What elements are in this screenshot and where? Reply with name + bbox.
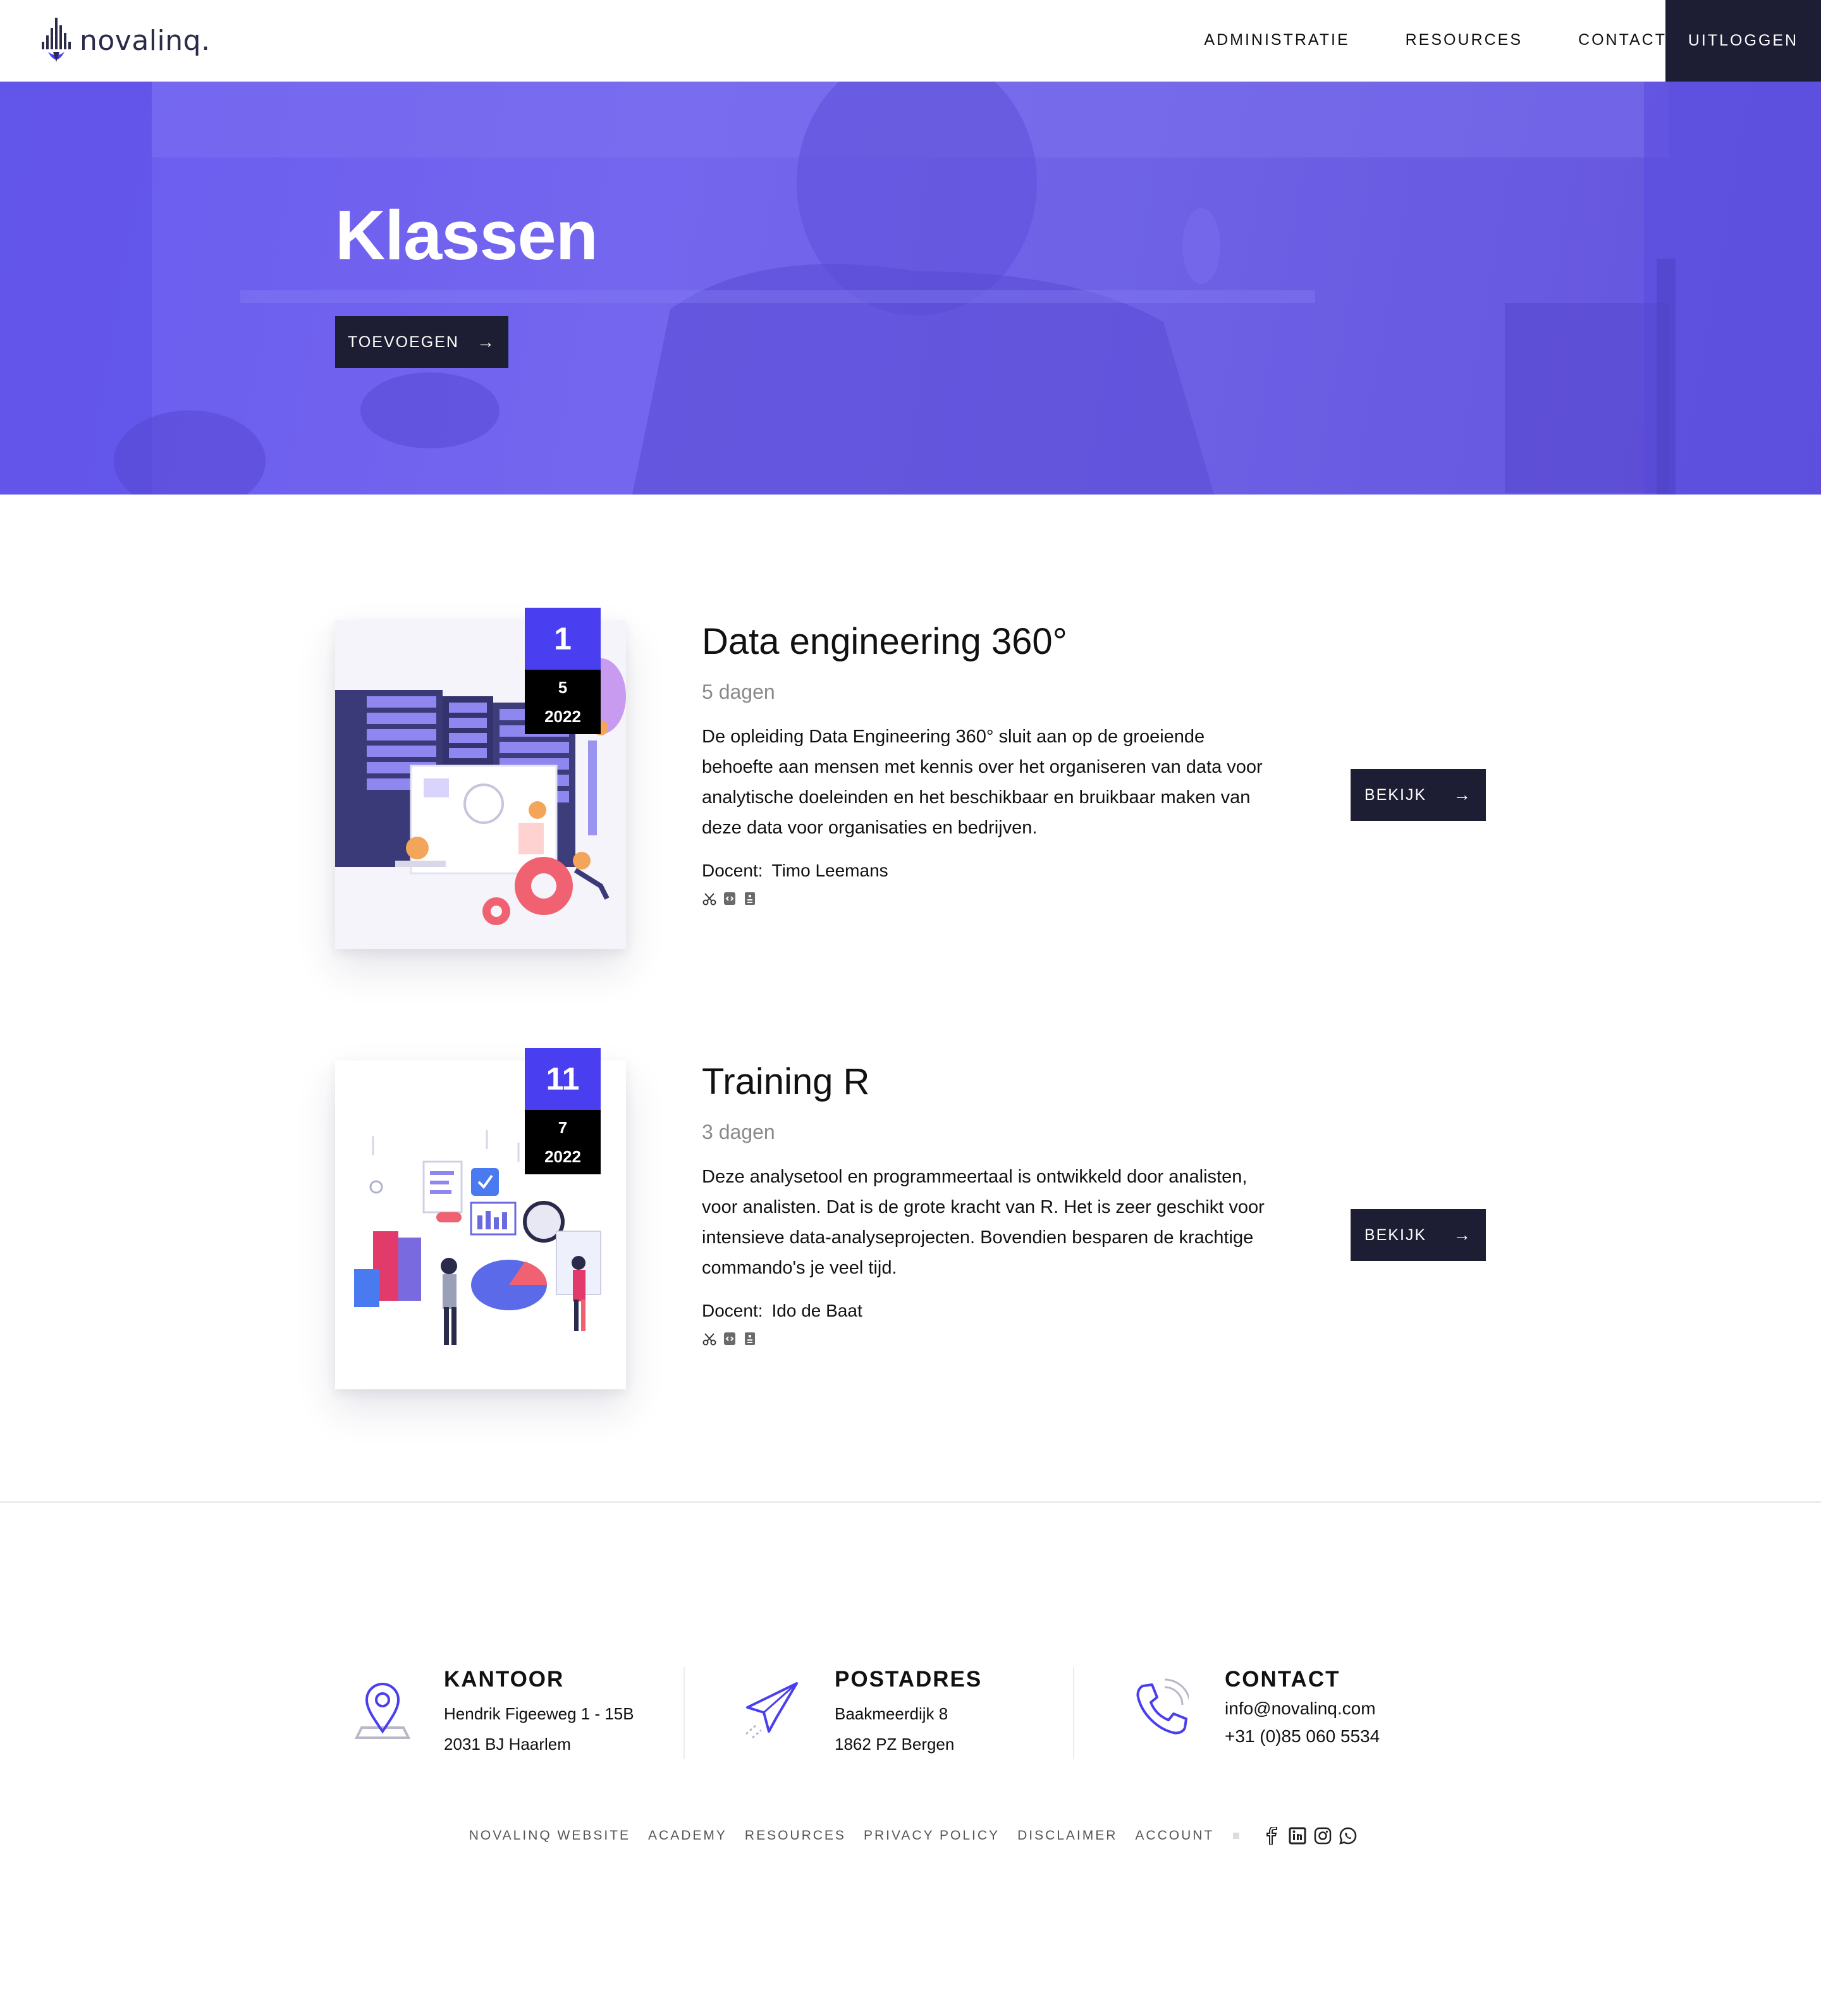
course-tools: [702, 891, 763, 906]
date-badge: 11 7 2022: [525, 1048, 601, 1174]
course-title: Data engineering 360°: [702, 621, 1067, 662]
footer-contact: CONTACT info@novalinq.com +31 (0)85 060 …: [1132, 1667, 1461, 1762]
course-duration: 5 dagen: [702, 680, 775, 703]
hero-background-photo: [0, 82, 1821, 495]
add-class-label: TOEVOEGEN: [348, 333, 459, 351]
scissors-icon[interactable]: [702, 891, 717, 906]
link-disclaimer[interactable]: DISCLAIMER: [1017, 1828, 1117, 1843]
link-privacy-policy[interactable]: PRIVACY POLICY: [864, 1828, 1000, 1843]
footer-links: NOVALINQ WEBSITE ACADEMY RESOURCES PRIVA…: [0, 1826, 1821, 1845]
date-day: 11: [525, 1048, 601, 1110]
teacher-label: Docent:: [702, 861, 763, 880]
postal-line2: 1862 PZ Bergen: [835, 1735, 955, 1754]
course-card: 11 7 2022 Training R 3 dagen Deze analys…: [335, 1048, 1486, 1402]
link-account[interactable]: ACCOUNT: [1135, 1828, 1214, 1843]
postal-title: POSTADRES: [835, 1667, 983, 1692]
separator-dot: [1233, 1833, 1240, 1839]
date-year: 2022: [544, 1147, 581, 1166]
add-class-button[interactable]: TOEVOEGEN →: [335, 316, 508, 368]
course-description: De opleiding Data Engineering 360° sluit…: [702, 727, 1263, 838]
logo-mark-icon: [42, 18, 71, 62]
instagram-icon[interactable]: [1313, 1826, 1332, 1845]
view-course-label: BEKIJK: [1364, 1226, 1427, 1244]
logo-text: novalinq.: [80, 24, 211, 57]
facebook-icon[interactable]: [1263, 1826, 1282, 1845]
contact-phone[interactable]: +31 (0)85 060 5534: [1225, 1723, 1380, 1750]
course-description: Deze analysetool en programmeertaal is o…: [702, 1167, 1265, 1278]
view-course-button[interactable]: BEKIJK →: [1351, 769, 1486, 821]
page-title: Klassen: [335, 197, 598, 274]
date-day: 1: [525, 608, 601, 670]
footer-postal: POSTADRES Baakmeerdijk 8 1862 PZ Bergen: [744, 1667, 1047, 1762]
site-header: novalinq. ADMINISTRATIE RESOURCES CONTAC…: [0, 0, 1821, 82]
course-teacher: Docent: Ido de Baat: [702, 1301, 862, 1321]
date-year: 2022: [544, 707, 581, 726]
teacher-name: Ido de Baat: [771, 1301, 862, 1320]
phone-icon: [1136, 1678, 1189, 1735]
nav-resources[interactable]: RESOURCES: [1406, 31, 1523, 49]
hero-banner: Klassen TOEVOEGEN →: [0, 82, 1821, 495]
office-title: KANTOOR: [444, 1667, 565, 1692]
office-line2: 2031 BJ Haarlem: [444, 1735, 571, 1754]
date-month-year: 5 2022: [525, 670, 601, 734]
contact-email[interactable]: info@novalinq.com: [1225, 1695, 1380, 1723]
date-month: 7: [558, 1118, 568, 1137]
view-course-label: BEKIJK: [1364, 785, 1427, 804]
link-novalinq-website[interactable]: NOVALINQ WEBSITE: [469, 1828, 630, 1843]
arrow-right-icon: →: [476, 332, 496, 352]
link-academy[interactable]: ACADEMY: [648, 1828, 727, 1843]
course-card: 1 5 2022 Data engineering 360° 5 dagen D…: [335, 608, 1486, 962]
nav-contact[interactable]: CONTACT: [1578, 31, 1667, 49]
arrow-right-icon: →: [1453, 1225, 1473, 1245]
document-icon[interactable]: [742, 1331, 757, 1346]
teacher-name: Timo Leemans: [771, 861, 888, 880]
social-links: [1260, 1826, 1361, 1845]
paper-plane-icon: [745, 1682, 798, 1739]
teacher-label: Docent:: [702, 1301, 763, 1320]
date-month-year: 7 2022: [525, 1110, 601, 1174]
course-title: Training R: [702, 1061, 870, 1102]
footer-office: KANTOOR Hendrik Figeeweg 1 - 15B 2031 BJ…: [354, 1667, 658, 1762]
document-icon[interactable]: [742, 891, 757, 906]
postal-line1: Baakmeerdijk 8: [835, 1704, 948, 1723]
office-line1: Hendrik Figeeweg 1 - 15B: [444, 1704, 634, 1723]
contact-title: CONTACT: [1225, 1667, 1340, 1692]
section-divider: [0, 1501, 1821, 1503]
nav-administratie[interactable]: ADMINISTRATIE: [1204, 31, 1349, 49]
linkedin-icon[interactable]: [1288, 1826, 1307, 1845]
main-nav: ADMINISTRATIE RESOURCES CONTACT: [1148, 0, 1667, 80]
arrow-right-icon: →: [1453, 785, 1473, 804]
footer-separator: [684, 1667, 685, 1759]
link-resources[interactable]: RESOURCES: [745, 1828, 846, 1843]
course-duration: 3 dagen: [702, 1121, 775, 1143]
code-file-icon[interactable]: [722, 1331, 737, 1346]
logout-button[interactable]: UITLOGGEN: [1665, 0, 1821, 82]
code-file-icon[interactable]: [722, 891, 737, 906]
location-pin-icon: [354, 1683, 411, 1739]
scissors-icon[interactable]: [702, 1331, 717, 1346]
whatsapp-icon[interactable]: [1339, 1826, 1358, 1845]
course-tools: [702, 1331, 763, 1346]
novalinq-logo[interactable]: novalinq.: [40, 16, 211, 65]
footer-separator: [1073, 1667, 1074, 1759]
course-teacher: Docent: Timo Leemans: [702, 861, 888, 881]
view-course-button[interactable]: BEKIJK →: [1351, 1209, 1486, 1261]
date-month: 5: [558, 678, 568, 697]
date-badge: 1 5 2022: [525, 608, 601, 734]
